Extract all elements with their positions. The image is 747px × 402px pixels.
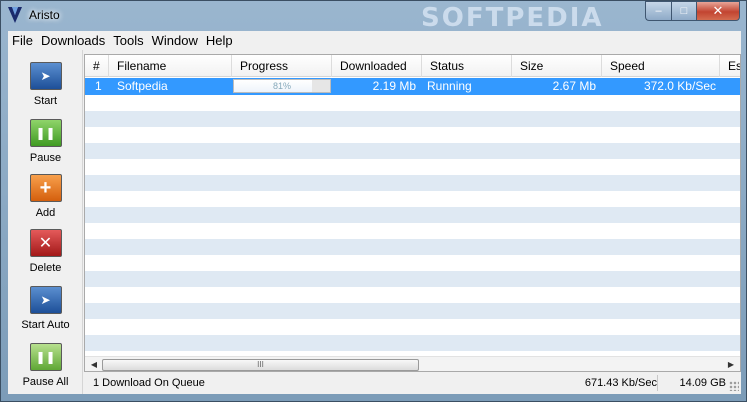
- start-auto-label: Start Auto: [21, 319, 70, 331]
- client-area: ➤ Start ❚❚ Pause + Add ✕ Delete ➤ Start …: [8, 50, 741, 394]
- empty-row: [85, 143, 740, 159]
- pause-all-button[interactable]: ❚❚ Pause All: [8, 343, 83, 388]
- empty-row: [85, 111, 740, 127]
- menu-window[interactable]: Window: [148, 33, 202, 48]
- row-downloaded: 2.19 Mb: [372, 79, 416, 93]
- add-label: Add: [35, 207, 56, 219]
- menu-tools[interactable]: Tools: [109, 33, 147, 48]
- empty-row: [85, 175, 740, 191]
- aristo-logo-icon: [8, 7, 22, 23]
- status-divider: [657, 375, 658, 391]
- empty-row: [85, 319, 740, 335]
- pause-all-icon: ❚❚: [29, 343, 62, 371]
- row-speed: 372.0 Kb/Sec: [643, 79, 716, 93]
- close-button[interactable]: ✕: [697, 1, 740, 21]
- scroll-right-icon[interactable]: ▶: [724, 360, 738, 370]
- list-header: # Filename Progress Downloaded Status Si…: [85, 55, 740, 77]
- status-bar: 1 Download On Queue 671.43 Kb/Sec 14.09 …: [84, 373, 741, 393]
- col-size[interactable]: Size: [512, 55, 602, 77]
- start-auto-button[interactable]: ➤ Start Auto: [8, 286, 83, 331]
- empty-row: [85, 335, 740, 351]
- maximize-button[interactable]: □: [671, 1, 697, 21]
- app-window: Aristo SOFTPEDIA – □ ✕ File Downloads To…: [0, 0, 747, 402]
- play-auto-icon: ➤: [29, 286, 62, 314]
- delete-button[interactable]: ✕ Delete: [8, 229, 83, 274]
- download-list[interactable]: # Filename Progress Downloaded Status Si…: [84, 54, 741, 372]
- empty-row: [85, 271, 740, 287]
- progress-text: 81%: [272, 81, 291, 91]
- resize-grip-icon[interactable]: [729, 381, 739, 391]
- col-index[interactable]: #: [85, 55, 109, 77]
- plus-icon: +: [29, 174, 62, 202]
- side-toolbar: ➤ Start ❚❚ Pause + Add ✕ Delete ➤ Start …: [8, 50, 83, 394]
- scroll-left-icon[interactable]: ◀: [87, 360, 101, 370]
- pause-all-label: Pause All: [22, 376, 69, 388]
- empty-row: [85, 127, 740, 143]
- scroll-thumb[interactable]: III: [102, 359, 419, 371]
- minimize-button[interactable]: –: [645, 1, 671, 21]
- window-title: Aristo: [29, 8, 60, 22]
- row-size: 2.67 Mb: [552, 79, 596, 93]
- empty-row: [85, 159, 740, 175]
- col-status[interactable]: Status: [422, 55, 512, 77]
- table-row[interactable]: 1 Softpedia 81% 2.19 Mb Running 2.67 Mb …: [85, 78, 740, 95]
- empty-row: [85, 95, 740, 111]
- empty-row: [85, 207, 740, 223]
- start-button[interactable]: ➤ Start: [8, 62, 83, 107]
- empty-row: [85, 287, 740, 303]
- horizontal-scrollbar[interactable]: ◀ III ▶: [85, 356, 740, 371]
- row-status: Running: [427, 79, 472, 93]
- col-speed[interactable]: Speed: [602, 55, 720, 77]
- pause-icon: ❚❚: [29, 119, 62, 147]
- menu-help[interactable]: Help: [202, 33, 237, 48]
- menu-bar: File Downloads Tools Window Help: [8, 31, 741, 50]
- empty-row: [85, 223, 740, 239]
- row-progress-bar: 81%: [233, 79, 331, 93]
- caption-buttons: – □ ✕: [645, 1, 740, 21]
- empty-row: [85, 239, 740, 255]
- row-filename: Softpedia: [117, 79, 168, 93]
- delete-label: Delete: [29, 262, 62, 274]
- disk-size: 14.09 GB: [679, 377, 726, 389]
- col-filename[interactable]: Filename: [109, 55, 232, 77]
- add-button[interactable]: + Add: [8, 174, 83, 219]
- row-index: 1: [95, 79, 102, 93]
- empty-row: [85, 303, 740, 319]
- x-icon: ✕: [29, 229, 62, 257]
- pause-button[interactable]: ❚❚ Pause: [8, 119, 83, 164]
- pause-label: Pause: [29, 152, 62, 164]
- queue-status: 1 Download On Queue: [93, 377, 205, 389]
- col-estimate[interactable]: Es: [720, 55, 740, 77]
- start-label: Start: [33, 95, 58, 107]
- col-progress[interactable]: Progress: [232, 55, 332, 77]
- total-speed: 671.43 Kb/Sec: [584, 377, 657, 389]
- list-rows: 1 Softpedia 81% 2.19 Mb Running 2.67 Mb …: [85, 77, 740, 357]
- watermark: SOFTPEDIA: [421, 3, 604, 33]
- title-bar[interactable]: Aristo SOFTPEDIA – □ ✕: [1, 1, 746, 33]
- empty-row: [85, 191, 740, 207]
- menu-file[interactable]: File: [8, 33, 37, 48]
- empty-row: [85, 255, 740, 271]
- play-arrow-icon: ➤: [29, 62, 62, 90]
- menu-downloads[interactable]: Downloads: [37, 33, 109, 48]
- col-downloaded[interactable]: Downloaded: [332, 55, 422, 77]
